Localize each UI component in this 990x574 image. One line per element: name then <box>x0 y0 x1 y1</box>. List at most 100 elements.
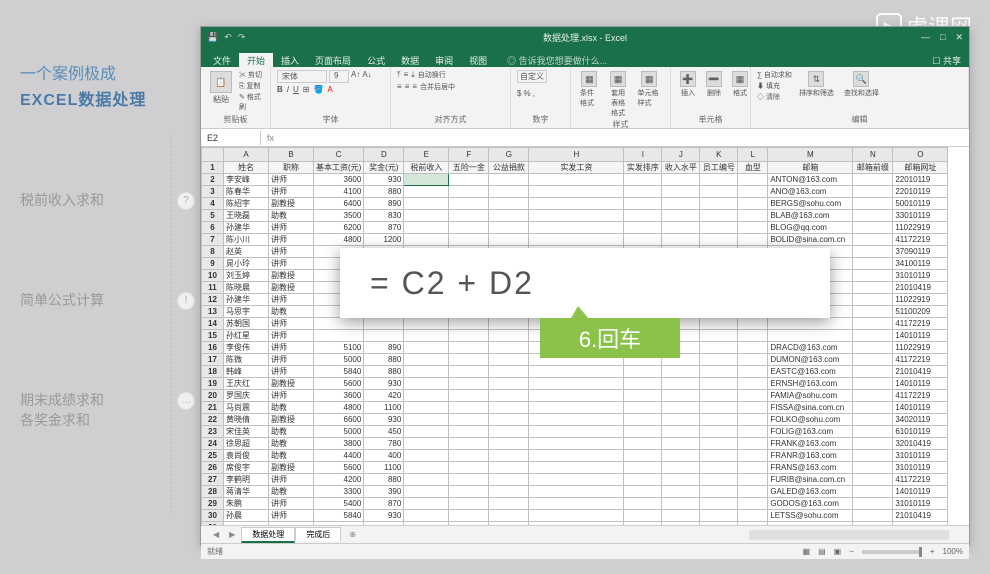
cell[interactable]: 孙晨 <box>224 510 269 522</box>
cell[interactable] <box>489 426 529 438</box>
cell[interactable]: 24 <box>202 438 224 450</box>
cell[interactable]: 4400 <box>314 450 364 462</box>
cell[interactable]: 890 <box>364 342 404 354</box>
underline-button[interactable]: U <box>293 85 299 94</box>
cell[interactable] <box>738 474 768 486</box>
cell[interactable] <box>449 510 489 522</box>
font-size[interactable]: 9 <box>329 70 349 83</box>
cell[interactable]: 孙建华 <box>224 294 269 306</box>
cell[interactable]: 讲师 <box>269 234 314 246</box>
cell[interactable] <box>624 426 662 438</box>
cell[interactable] <box>624 222 662 234</box>
cell[interactable] <box>700 198 738 210</box>
cell[interactable] <box>700 414 738 426</box>
font-color-button[interactable]: A <box>327 85 332 94</box>
align-middle-icon[interactable]: ≡ <box>404 70 409 80</box>
cell[interactable]: 880 <box>364 354 404 366</box>
column-header[interactable]: A <box>224 148 269 162</box>
cell[interactable] <box>624 486 662 498</box>
cell[interactable] <box>529 210 624 222</box>
cell[interactable]: 22010119 <box>893 174 948 186</box>
cell[interactable] <box>700 234 738 246</box>
cell[interactable] <box>624 462 662 474</box>
cell[interactable] <box>449 522 489 526</box>
cell[interactable] <box>624 234 662 246</box>
cell[interactable]: 讲师 <box>269 258 314 270</box>
cell[interactable]: 副教授 <box>269 282 314 294</box>
cell[interactable] <box>853 282 893 294</box>
cell[interactable] <box>404 330 449 342</box>
cell[interactable] <box>624 414 662 426</box>
align-center-icon[interactable]: ≡ <box>405 82 410 92</box>
cell[interactable] <box>662 378 700 390</box>
cell[interactable] <box>529 474 624 486</box>
cell[interactable] <box>853 438 893 450</box>
cell[interactable] <box>404 462 449 474</box>
cell[interactable] <box>449 402 489 414</box>
cell[interactable]: 马思宇 <box>224 306 269 318</box>
cell[interactable] <box>269 522 314 526</box>
cell[interactable]: 4200 <box>314 474 364 486</box>
cell[interactable]: 6600 <box>314 414 364 426</box>
cell[interactable]: 马尚震 <box>224 402 269 414</box>
view-normal-icon[interactable]: ▦ <box>803 547 811 556</box>
cell[interactable]: 孙建华 <box>224 222 269 234</box>
cell[interactable] <box>853 378 893 390</box>
insert-button[interactable]: ➕插入 <box>677 70 699 99</box>
cell[interactable] <box>738 486 768 498</box>
column-header[interactable]: E <box>404 148 449 162</box>
cell[interactable]: 3800 <box>314 438 364 450</box>
cell[interactable]: 10 <box>202 270 224 282</box>
cell[interactable] <box>404 234 449 246</box>
cell[interactable] <box>624 366 662 378</box>
cell[interactable] <box>738 318 768 330</box>
fx-icon[interactable]: fx <box>261 133 280 143</box>
undo-icon[interactable]: ↶ <box>224 32 232 43</box>
cell[interactable]: 讲师 <box>269 342 314 354</box>
cell[interactable] <box>662 510 700 522</box>
cell[interactable]: 34100119 <box>893 258 948 270</box>
cell[interactable]: 讲师 <box>269 330 314 342</box>
cell[interactable] <box>662 222 700 234</box>
cell[interactable] <box>529 402 624 414</box>
cell[interactable] <box>529 438 624 450</box>
cell[interactable]: DUMON@163.com <box>768 354 853 366</box>
delete-button[interactable]: ➖删除 <box>703 70 725 99</box>
cell[interactable] <box>853 402 893 414</box>
cell[interactable]: 袁尚俊 <box>224 450 269 462</box>
cell[interactable]: 王晓磊 <box>224 210 269 222</box>
cell[interactable] <box>529 522 624 526</box>
cell[interactable] <box>853 294 893 306</box>
cell[interactable] <box>700 378 738 390</box>
column-header[interactable]: F <box>449 148 489 162</box>
cell[interactable] <box>662 234 700 246</box>
cell[interactable]: 4800 <box>314 234 364 246</box>
cell[interactable] <box>700 366 738 378</box>
cell[interactable]: FRANK@163.com <box>768 438 853 450</box>
autosum-button[interactable]: ∑ 自动求和 <box>757 70 792 80</box>
cell[interactable] <box>449 330 489 342</box>
cell[interactable] <box>700 390 738 402</box>
cell[interactable]: 930 <box>364 510 404 522</box>
cell[interactable] <box>738 450 768 462</box>
cell[interactable]: 870 <box>364 222 404 234</box>
window-close-icon[interactable]: ✕ <box>955 32 963 43</box>
cell[interactable]: 徐思超 <box>224 438 269 450</box>
cell[interactable]: 6200 <box>314 222 364 234</box>
cell[interactable] <box>700 402 738 414</box>
cell[interactable] <box>449 222 489 234</box>
cell[interactable]: 930 <box>364 414 404 426</box>
cell[interactable] <box>662 438 700 450</box>
cell[interactable] <box>404 342 449 354</box>
cell[interactable] <box>853 366 893 378</box>
header-cell[interactable]: 血型 <box>738 162 768 174</box>
cell[interactable] <box>853 426 893 438</box>
cell[interactable] <box>224 522 269 526</box>
cell[interactable]: 助教 <box>269 306 314 318</box>
cell[interactable] <box>489 462 529 474</box>
cell[interactable] <box>314 318 364 330</box>
cell[interactable]: ANO@163.com <box>768 186 853 198</box>
cell[interactable] <box>404 522 449 526</box>
cell[interactable] <box>449 498 489 510</box>
cell[interactable] <box>404 378 449 390</box>
